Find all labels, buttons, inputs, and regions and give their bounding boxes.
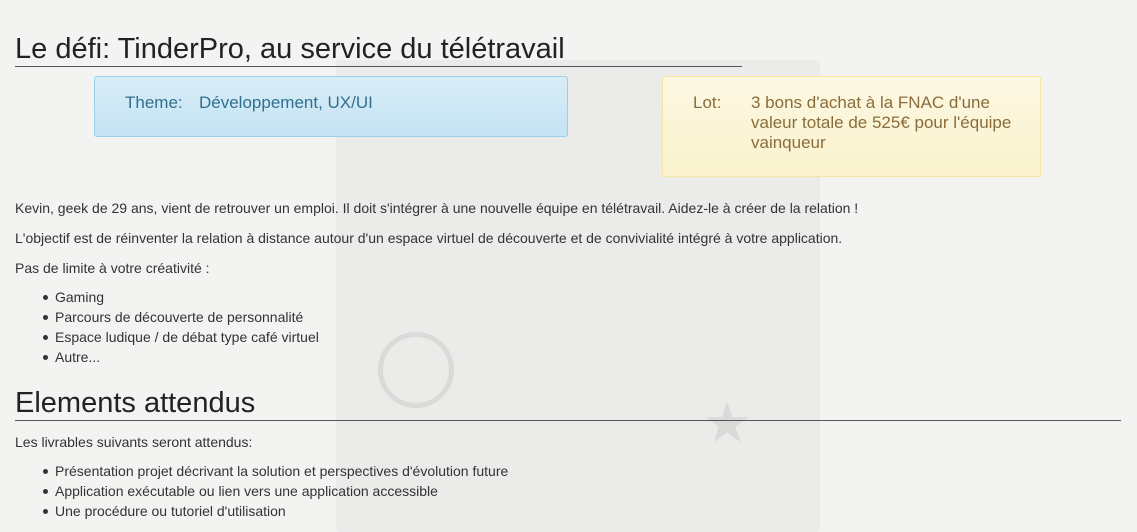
list-item: Espace ludique / de débat type café virt… xyxy=(43,329,319,345)
theme-label: Theme: xyxy=(125,93,183,112)
challenge-creativity: Pas de limite à votre créativité : xyxy=(15,260,210,276)
challenge-title: Le défi: TinderPro, au service du télétr… xyxy=(15,32,742,67)
ideas-list: Gaming Parcours de découverte de personn… xyxy=(43,287,319,367)
list-item: Gaming xyxy=(43,287,319,307)
list-item: Application exécutable ou lien vers une … xyxy=(42,481,508,501)
lot-label: Lot: xyxy=(693,93,722,112)
challenge-intro: Kevin, geek de 29 ans, vient de retrouve… xyxy=(15,200,859,216)
page-content: Le défi: TinderPro, au service du télétr… xyxy=(0,0,1137,532)
list-item: Parcours de découverte de personnalité xyxy=(43,307,319,327)
list-item: Une procédure ou tutoriel d'utilisation xyxy=(42,501,508,521)
deliverables-list: Présentation projet décrivant la solutio… xyxy=(42,461,509,521)
lot-box: Lot: 3 bons d'achat à la FNAC d'une vale… xyxy=(662,76,1041,177)
list-item: Autre... xyxy=(43,347,319,367)
challenge-objective: L'objectif est de réinventer la relation… xyxy=(15,230,843,246)
deliverables-title: Elements attendus xyxy=(15,386,1121,421)
theme-value: Développement, UX/UI xyxy=(199,93,373,112)
theme-box: Theme: Développement, UX/UI xyxy=(94,76,568,137)
list-item: Présentation projet décrivant la solutio… xyxy=(42,463,509,479)
lot-value: 3 bons d'achat à la FNAC d'une valeur to… xyxy=(751,93,1012,152)
deliverables-intro: Les livrables suivants seront attendus: xyxy=(15,434,253,450)
